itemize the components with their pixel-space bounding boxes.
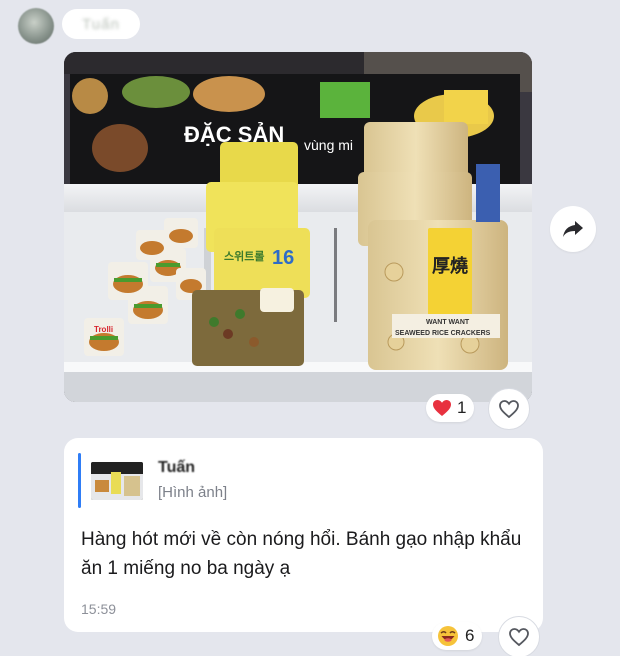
laughing-emoji-icon [438,626,458,646]
cracker-brand: WANT WANT [426,319,470,326]
quote-bar [78,453,81,508]
sender-name: Tuấn [82,15,120,33]
quoted-message[interactable]: Tuấn [Hình ảnh] [78,453,378,508]
burger-candy-label: Trolli [94,325,113,334]
quote-author: Tuấn [158,459,196,476]
sender-name-pill: Tuấn [62,9,140,39]
cracker-chinese-text: 厚燒 [432,255,468,277]
cracker-name: SEAWEED RICE CRACKERS [395,330,491,337]
photo-reaction-chip[interactable]: 1 [426,394,475,422]
share-arrow-icon [563,221,583,237]
photo-reaction-count: 1 [457,398,467,417]
shared-photo[interactable]: ĐẶC SẢN vùng mi Trolli 스위트롤 16 厚燒 WANT W… [64,52,532,402]
photo-like-button[interactable] [488,388,530,430]
share-button[interactable] [550,206,596,252]
snack-number: 16 [272,247,294,269]
message-reaction-count: 6 [465,626,475,645]
message-time: 15:59 [81,601,117,617]
message-reaction-chip[interactable]: 6 [432,622,483,650]
message-bubble[interactable]: Tuấn [Hình ảnh] Hàng hót mới về còn nóng… [64,438,543,632]
snack-label: 스위트롤 [224,250,264,263]
shelf-photo: ĐẶC SẢN vùng mi Trolli 스위트롤 16 厚燒 WANT W… [64,52,532,402]
heart-outline-icon [509,628,529,647]
sign-subtext: vùng mi [304,137,353,153]
quote-thumbnail [91,462,143,500]
quote-caption: [Hình ảnh] [158,484,228,501]
message-like-button[interactable] [498,616,540,656]
heart-outline-icon [499,400,519,419]
heart-icon [433,400,451,416]
sender-avatar[interactable] [18,8,54,44]
message-text: Hàng hót mới về còn nóng hổi. Bánh gạo n… [81,529,522,579]
